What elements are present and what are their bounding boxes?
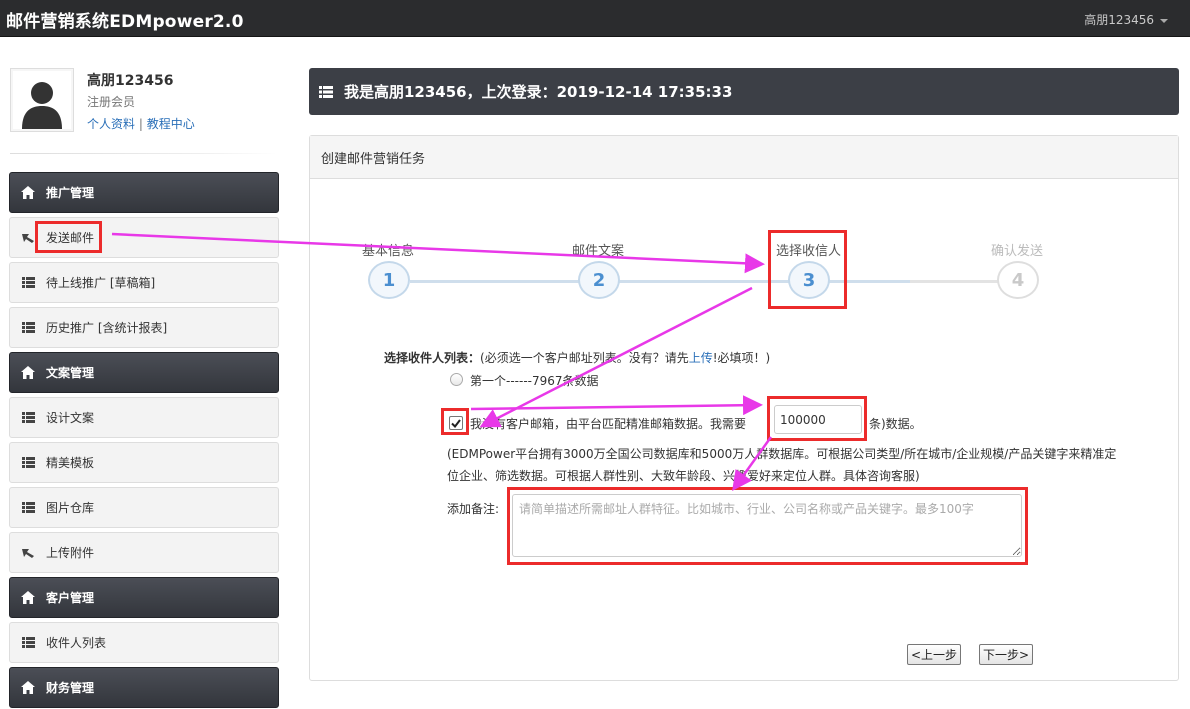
link-separator: |: [138, 117, 143, 131]
sidebar-item-design-copy[interactable]: 设计文案: [9, 397, 279, 438]
next-step-button[interactable]: 下一步>: [979, 644, 1034, 665]
checkmark-icon: [451, 418, 461, 428]
step-2-circle: 2: [578, 261, 620, 299]
recipient-list-hint-end: !必填项！): [712, 351, 771, 365]
app-brand[interactable]: 邮件营销系统EDMpower2.0: [6, 7, 244, 32]
quantity-input[interactable]: [774, 405, 862, 434]
welcome-bar: 我是高朋123456，上次登录：2019-12-14 17:35:33: [309, 68, 1179, 115]
welcome-text: 我是高朋123456，上次登录：2019-12-14 17:35:33: [344, 83, 733, 101]
sidebar-item-label: 历史推广 [含统计报表]: [46, 321, 168, 335]
step-2-label: 邮件文案: [572, 244, 625, 259]
profile-link[interactable]: 个人资料: [87, 117, 135, 131]
sidebar-item-history[interactable]: 历史推广 [含统计报表]: [9, 307, 279, 348]
user-menu-dropdown[interactable]: 高朋123456: [1084, 11, 1168, 28]
cursor-icon: [21, 547, 35, 559]
user-name: 高朋123456: [87, 73, 174, 89]
list-icon: [21, 277, 35, 288]
home-icon: [21, 681, 35, 694]
note-textarea[interactable]: [512, 494, 1022, 557]
sidebar-item-label: 上传附件: [46, 546, 95, 560]
list-option-radio[interactable]: [450, 373, 463, 386]
panel-title: 创建邮件营销任务: [310, 136, 1178, 179]
no-customer-email-text: 我没有客户邮箱，由平台匹配精准邮箱数据。我需要: [470, 417, 747, 431]
home-icon: [21, 591, 35, 604]
sidebar-header-copy[interactable]: 文案管理: [9, 352, 279, 393]
sidebar-item-label: 设计文案: [46, 411, 95, 425]
list-icon: [21, 457, 35, 468]
sidebar-item-upload-attachment[interactable]: 上传附件: [9, 532, 279, 573]
sidebar-item-label: 推广管理: [46, 186, 95, 200]
home-icon: [21, 186, 35, 199]
prev-step-button[interactable]: <上一步: [907, 644, 962, 665]
step-remaining-line: [910, 280, 998, 283]
tutorial-link[interactable]: 教程中心: [147, 117, 195, 131]
sidebar-item-label: 财务管理: [46, 681, 95, 695]
note-label: 添加备注:: [447, 502, 500, 516]
step-1-label: 基本信息: [362, 244, 415, 259]
sidebar-item-label: 发送邮件: [46, 231, 95, 245]
sidebar-item-image-store[interactable]: 图片仓库: [9, 487, 279, 528]
sidebar-item-label: 收件人列表: [46, 636, 107, 650]
sidebar-item-label: 精美模板: [46, 456, 95, 470]
sidebar-item-label: 待上线推广 [草稿箱]: [46, 276, 156, 290]
no-customer-email-suffix: 条)数据。: [869, 417, 922, 431]
home-icon: [21, 366, 35, 379]
recipient-list-hint: (必须选一个客户邮址列表。没有？请先: [480, 351, 689, 365]
no-customer-email-checkbox[interactable]: [449, 416, 463, 430]
list-icon: [21, 412, 35, 423]
user-silhouette-icon: [13, 71, 71, 129]
step-progress-line: [410, 280, 910, 283]
list-option-label[interactable]: 第一个------7967条数据: [470, 372, 599, 389]
task-panel: 创建邮件营销任务: [309, 135, 1179, 681]
info-text-line2: 位企业、筛选数据。可根据人群性别、大致年龄段、兴趣爱好来定位人群。具体咨询客服): [447, 469, 920, 483]
user-menu-label: 高朋123456: [1084, 13, 1154, 27]
user-links: 个人资料 | 教程中心: [87, 115, 195, 132]
list-icon: [21, 637, 35, 648]
sidebar-item-templates[interactable]: 精美模板: [9, 442, 279, 483]
list-icon: [21, 322, 35, 333]
divider: [10, 153, 278, 154]
recipient-list-label: 选择收件人列表：: [384, 351, 481, 365]
sidebar-item-drafts[interactable]: 待上线推广 [草稿箱]: [9, 262, 279, 303]
sidebar-header-customers[interactable]: 客户管理: [9, 577, 279, 618]
list-icon: [319, 85, 333, 98]
sidebar-item-recipient-list[interactable]: 收件人列表: [9, 622, 279, 663]
recipient-list-row: 选择收件人列表：(必须选一个客户邮址列表。没有？请先上传!必填项！): [384, 349, 770, 366]
step-3-label: 选择收信人: [776, 244, 842, 259]
step-4-label: 确认发送: [991, 244, 1044, 259]
step-4-circle: 4: [997, 261, 1039, 299]
sidebar-item-label: 图片仓库: [46, 501, 95, 515]
sidebar-item-send-email[interactable]: 发送邮件: [9, 217, 279, 258]
avatar: [10, 68, 74, 132]
sidebar-header-finance[interactable]: 财务管理: [9, 667, 279, 708]
user-role: 注册会员: [87, 95, 136, 109]
sidebar-item-label: 文案管理: [46, 366, 95, 380]
caret-down-icon: [1160, 18, 1168, 23]
list-icon: [21, 502, 35, 513]
cursor-icon: [21, 232, 35, 244]
top-navbar: 邮件营销系统EDMpower2.0 高朋123456: [0, 0, 1190, 37]
info-text-line1: (EDMPower平台拥有3000万全国公司数据库和5000万人群数据库。可根据…: [447, 447, 1117, 461]
sidebar-header-promotion[interactable]: 推广管理: [9, 172, 279, 213]
step-1-circle: 1: [368, 261, 410, 299]
upload-link[interactable]: 上传: [689, 351, 713, 365]
sidebar-item-label: 客户管理: [46, 591, 95, 605]
step-3-circle: 3: [788, 261, 830, 299]
